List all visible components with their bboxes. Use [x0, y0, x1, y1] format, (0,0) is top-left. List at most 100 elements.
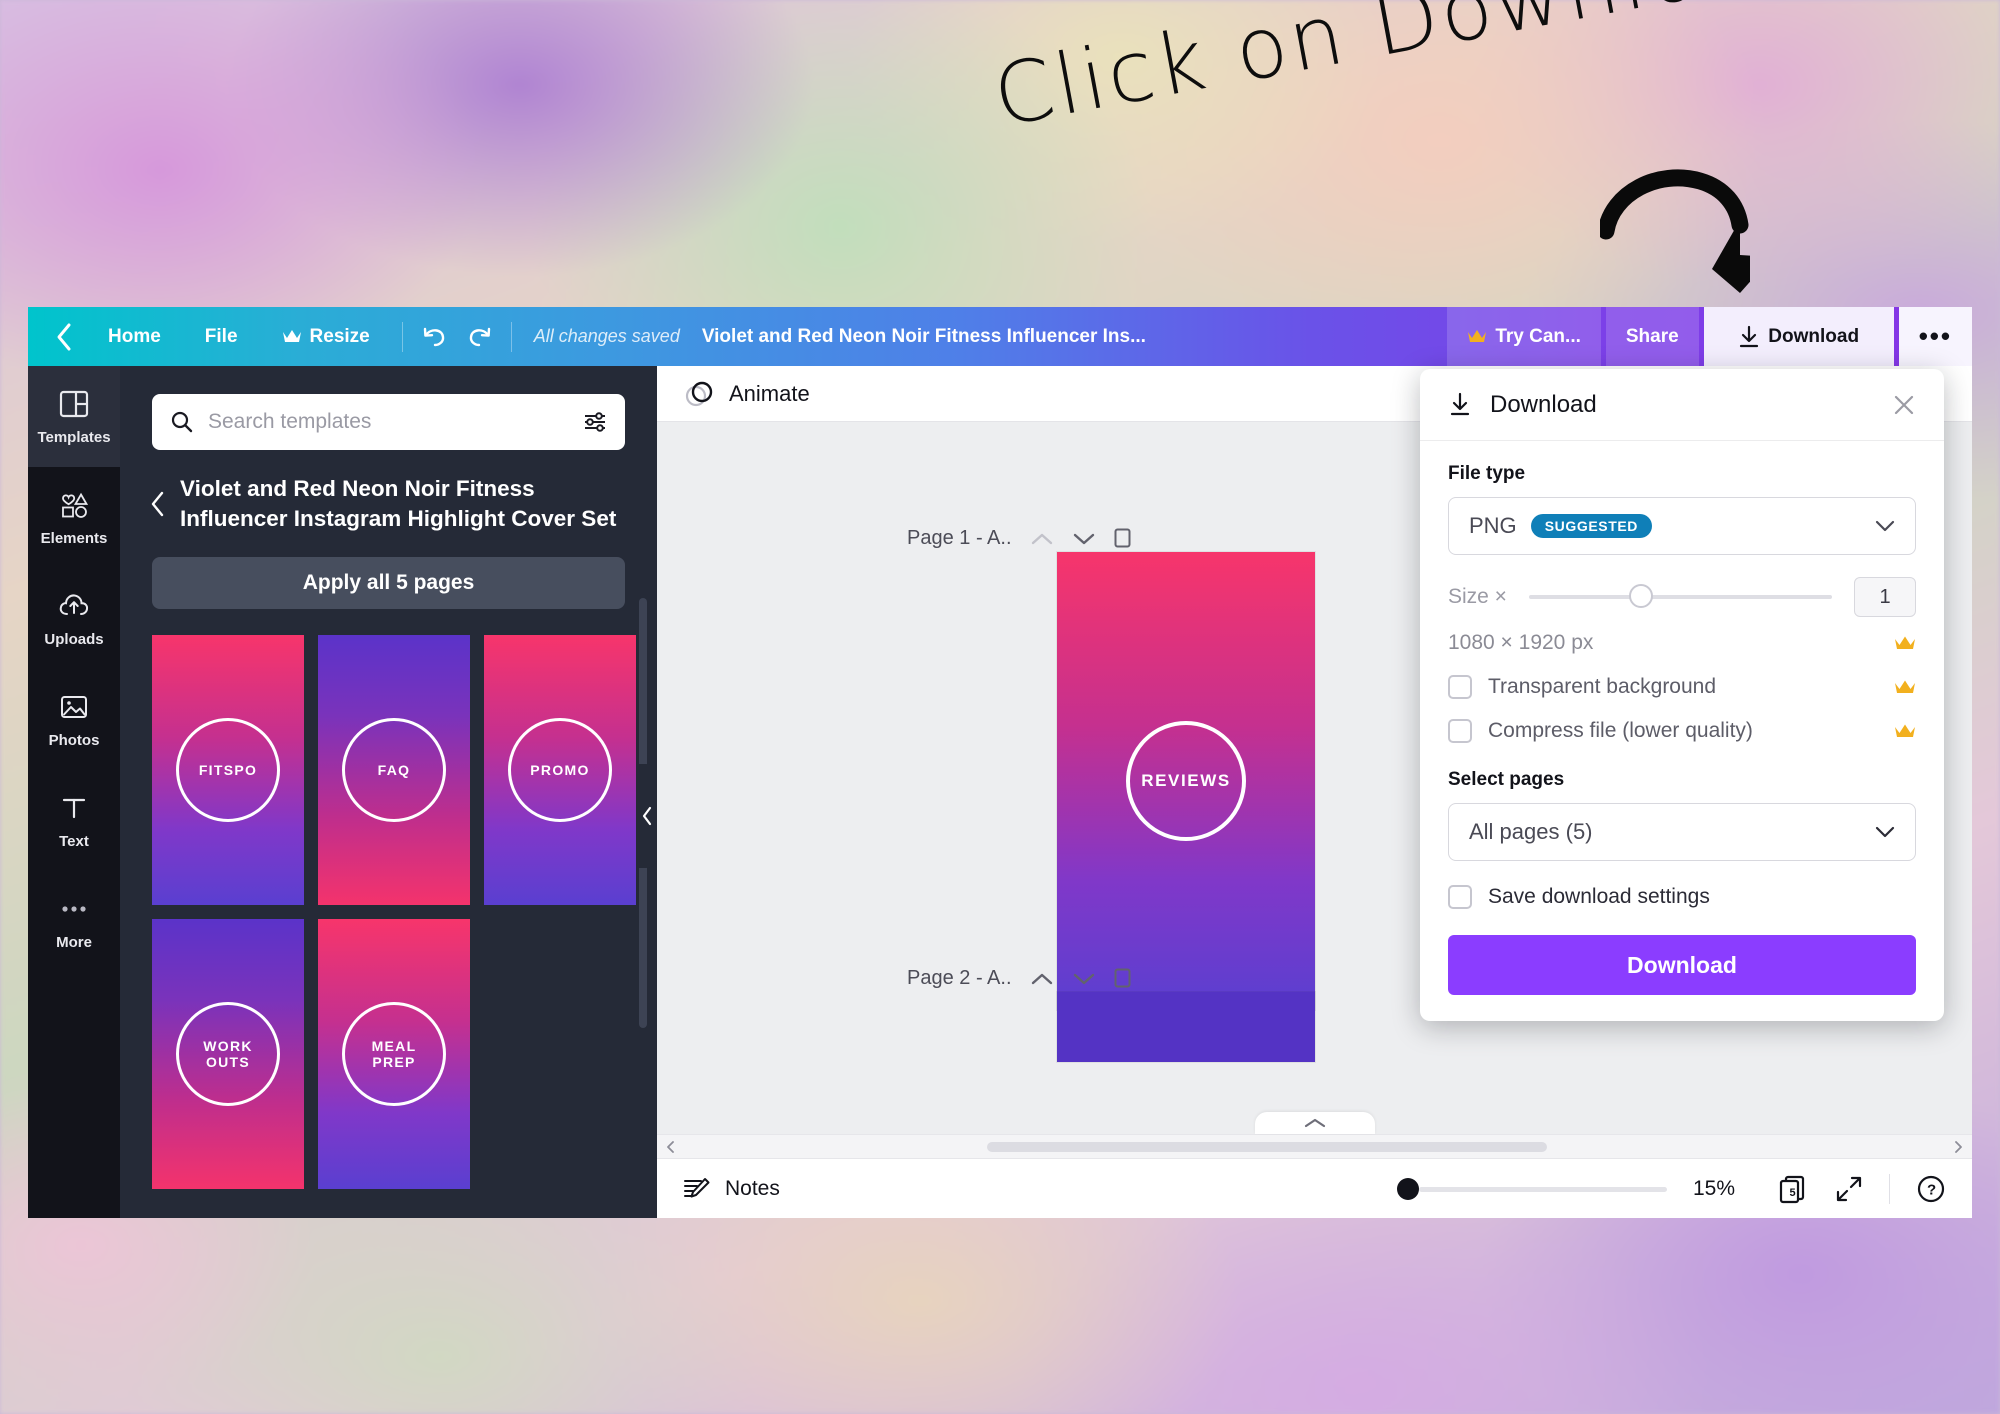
- template-thumbnail-grid: FITSPO FAQ PROMO WORK OUTS MEAL PREP: [152, 634, 636, 1189]
- file-type-value: PNG: [1469, 513, 1517, 538]
- template-thumbnail[interactable]: FAQ: [318, 634, 470, 905]
- duplicate-icon[interactable]: [1114, 968, 1136, 990]
- canvas-expand-handle[interactable]: [1254, 1112, 1375, 1134]
- status-divider: [1889, 1173, 1890, 1204]
- select-pages-select[interactable]: All pages (5): [1448, 803, 1916, 861]
- file-type-label: File type: [1448, 463, 1526, 484]
- duplicate-icon[interactable]: [1114, 528, 1136, 550]
- search-bar[interactable]: [152, 394, 625, 450]
- animate-button[interactable]: Animate: [683, 379, 810, 409]
- transparent-background-label: Transparent background: [1488, 675, 1717, 698]
- undo-icon[interactable]: [413, 317, 457, 357]
- redo-icon[interactable]: [457, 317, 501, 357]
- compress-file-row[interactable]: Compress file (lower quality): [1448, 719, 1916, 743]
- chevron-left-icon[interactable]: [665, 1140, 677, 1154]
- transparent-background-checkbox[interactable]: [1448, 675, 1472, 699]
- template-thumbnail[interactable]: FITSPO: [152, 634, 304, 905]
- crown-icon: [282, 329, 302, 344]
- download-submit-label: Download: [1627, 951, 1737, 978]
- template-thumbnail[interactable]: WORK OUTS: [152, 918, 304, 1189]
- download-popover-title: Download: [1490, 390, 1597, 418]
- home-button[interactable]: Home: [86, 317, 183, 357]
- pages-stack-icon[interactable]: 5: [1777, 1173, 1809, 1205]
- help-question-icon[interactable]: ?: [1916, 1174, 1946, 1204]
- download-popover: Download File type PNG SUGGESTED Size ×: [1420, 369, 1944, 1021]
- text-icon: [58, 792, 90, 824]
- sidebar-item-more[interactable]: More: [28, 871, 120, 972]
- search-input[interactable]: [208, 410, 569, 434]
- download-button[interactable]: Download: [1703, 307, 1894, 366]
- save-download-settings-checkbox[interactable]: [1448, 885, 1472, 909]
- suggested-badge: SUGGESTED: [1530, 514, 1652, 538]
- templates-panel: Violet and Red Neon Noir Fitness Influen…: [120, 366, 657, 1218]
- size-value[interactable]: 1: [1854, 577, 1916, 617]
- template-thumbnail[interactable]: MEAL PREP: [318, 918, 470, 1189]
- apply-all-pages-label: Apply all 5 pages: [302, 570, 475, 594]
- save-download-settings-row[interactable]: Save download settings: [1448, 885, 1916, 909]
- status-bar: Notes 15% 5 ?: [657, 1158, 1972, 1218]
- file-type-select[interactable]: PNG SUGGESTED: [1448, 497, 1916, 555]
- more-options-button[interactable]: •••: [1898, 307, 1972, 366]
- more-dots-icon: [58, 893, 90, 925]
- document-title[interactable]: Violet and Red Neon Noir Fitness Influen…: [702, 326, 1146, 348]
- sidebar-item-uploads[interactable]: Uploads: [28, 568, 120, 669]
- compress-file-checkbox[interactable]: [1448, 719, 1472, 743]
- top-toolbar: Home File Resize All changes saved Viole…: [28, 307, 1972, 366]
- chevron-down-icon[interactable]: [1072, 971, 1096, 987]
- canvas-page[interactable]: REVIEWS: [1057, 552, 1315, 1010]
- dimensions-row: 1080 × 1920 px: [1448, 631, 1916, 655]
- try-canva-label: Try Can...: [1495, 325, 1581, 347]
- dimensions-text: 1080 × 1920 px: [1448, 631, 1594, 654]
- size-label: Size ×: [1448, 585, 1507, 608]
- expand-arrows-icon[interactable]: [1835, 1175, 1863, 1203]
- chevron-up-icon[interactable]: [1030, 971, 1054, 987]
- crown-icon: [1467, 329, 1487, 344]
- panel-collapse-button[interactable]: [636, 764, 657, 868]
- search-icon: [170, 410, 194, 434]
- sidebar-item-elements[interactable]: Elements: [28, 467, 120, 568]
- share-button[interactable]: Share: [1605, 307, 1699, 366]
- resize-button[interactable]: Resize: [260, 317, 392, 357]
- sliders-icon[interactable]: [583, 411, 607, 433]
- template-thumbnail-label: FITSPO: [176, 717, 280, 822]
- size-slider-track: [1528, 595, 1832, 599]
- try-canva-pro-button[interactable]: Try Can...: [1447, 307, 1601, 366]
- transparent-background-row[interactable]: Transparent background: [1448, 675, 1916, 699]
- page-title: Page 2 - A..: [907, 967, 1012, 989]
- zoom-slider-knob[interactable]: [1397, 1177, 1419, 1200]
- notes-button[interactable]: Notes: [683, 1176, 780, 1202]
- left-rail: Templates Elements Uploads Photos Text M…: [28, 366, 120, 1218]
- horizontal-scroll-thumb[interactable]: [987, 1142, 1547, 1152]
- size-slider[interactable]: [1528, 584, 1832, 608]
- zoom-percentage: 15%: [1693, 1176, 1736, 1200]
- panel-back-button[interactable]: [150, 491, 166, 517]
- back-button[interactable]: [42, 322, 86, 352]
- sidebar-label-elements: Elements: [40, 529, 108, 547]
- sidebar-item-text[interactable]: Text: [28, 770, 120, 871]
- size-slider-knob[interactable]: [1628, 584, 1653, 608]
- chevron-up-icon[interactable]: [1030, 531, 1054, 547]
- download-popover-header: Download: [1420, 369, 1944, 441]
- panel-title: Violet and Red Neon Noir Fitness Influen…: [180, 476, 617, 532]
- crown-icon: [1894, 635, 1916, 651]
- toolbar-divider-2: [510, 321, 512, 352]
- sidebar-label-templates: Templates: [37, 428, 111, 446]
- file-label: File: [204, 325, 238, 347]
- chevron-down-icon[interactable]: [1072, 531, 1096, 547]
- canvas-page[interactable]: [1057, 992, 1315, 1062]
- crown-icon: [1894, 679, 1916, 695]
- chevron-down-icon: [1875, 520, 1895, 533]
- select-pages-label: Select pages: [1448, 769, 1565, 790]
- sidebar-item-photos[interactable]: Photos: [28, 669, 120, 770]
- chevron-right-icon[interactable]: [1952, 1140, 1964, 1154]
- sidebar-item-templates[interactable]: Templates: [28, 366, 120, 467]
- zoom-slider[interactable]: [1397, 1177, 1667, 1200]
- template-thumbnail[interactable]: PROMO: [484, 634, 636, 905]
- notes-pencil-icon: [683, 1176, 711, 1202]
- template-thumbnail-label: FAQ: [342, 717, 446, 822]
- file-menu-button[interactable]: File: [183, 317, 260, 357]
- apply-all-pages-button[interactable]: Apply all 5 pages: [152, 556, 625, 609]
- close-x-icon[interactable]: [1892, 393, 1916, 417]
- download-submit-button[interactable]: Download: [1448, 935, 1916, 995]
- template-thumbnail-label: PROMO: [508, 717, 612, 822]
